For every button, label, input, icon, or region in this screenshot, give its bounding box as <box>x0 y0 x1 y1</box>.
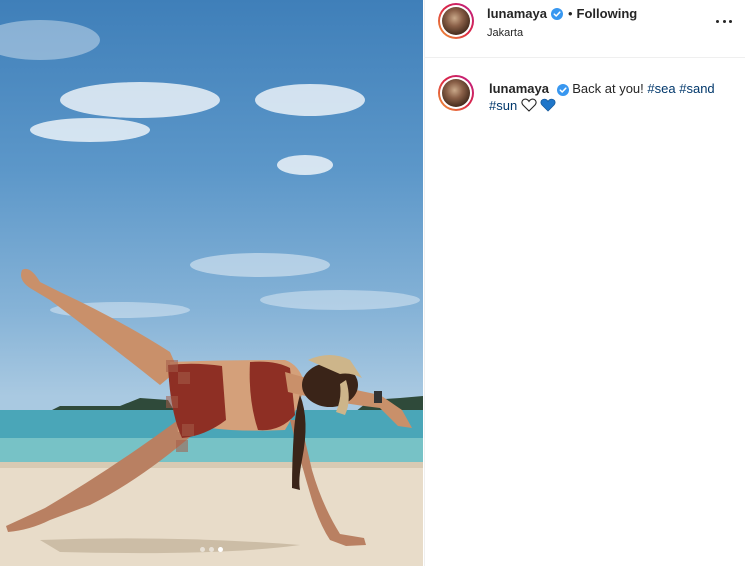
post-side-panel: lunamaya • Following Jakarta lunamaya Ba… <box>424 0 745 566</box>
verified-badge-icon <box>556 83 569 96</box>
caption-username-link[interactable]: lunamaya <box>489 81 549 96</box>
caption-text: Back at you! <box>572 81 644 96</box>
hashtag-sea[interactable]: #sea <box>647 81 675 96</box>
carousel-dot <box>200 547 205 552</box>
more-options-icon[interactable] <box>716 13 732 29</box>
post-header: lunamaya • Following Jakarta <box>425 0 745 58</box>
blue-heart-icon <box>540 98 556 112</box>
following-button[interactable]: Following <box>577 6 638 21</box>
hashtag-sun[interactable]: #sun <box>489 98 517 113</box>
carousel-dot-active <box>218 547 223 552</box>
username-link[interactable]: lunamaya <box>487 6 547 21</box>
header-text: lunamaya • Following Jakarta <box>487 6 637 39</box>
carousel-indicator <box>0 547 423 552</box>
caption-text-block: lunamaya Back at you! #sea #sand #sun <box>489 80 729 114</box>
separator-dot: • <box>567 6 573 21</box>
post-photo[interactable] <box>0 0 423 566</box>
hashtag-sand[interactable]: #sand <box>679 81 714 96</box>
white-heart-icon <box>521 98 537 112</box>
avatar[interactable] <box>438 3 474 39</box>
verified-badge-icon <box>550 7 563 20</box>
carousel-dot <box>209 547 214 552</box>
comment-avatar[interactable] <box>438 75 474 111</box>
location-link[interactable]: Jakarta <box>487 27 637 39</box>
beach-photo-illustration <box>0 20 423 566</box>
